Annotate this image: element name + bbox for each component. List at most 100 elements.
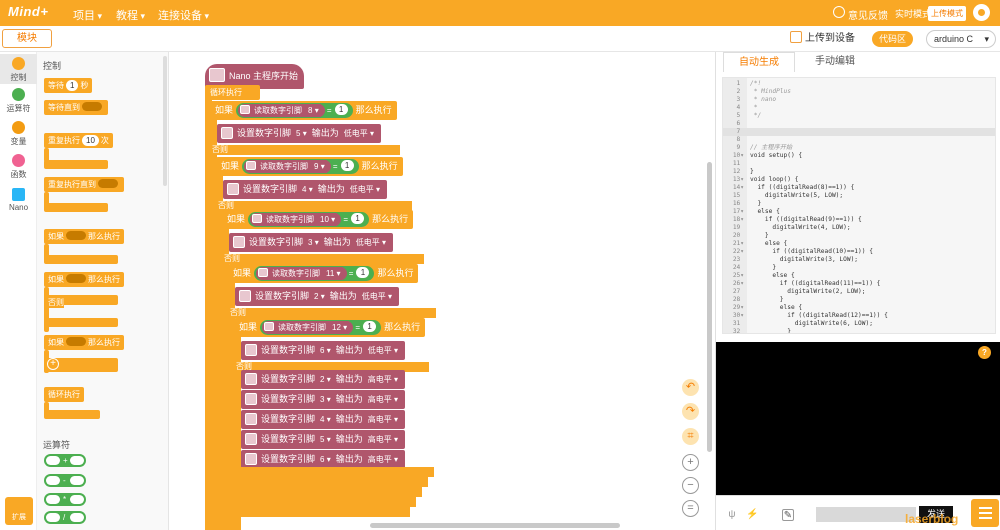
help-icon[interactable]: ? [978, 346, 991, 359]
set-digital-pin-block[interactable]: 设置数字引脚 6 ▾ 输出为 低电平 ▾ [241, 341, 405, 360]
if-else-block[interactable]: 如果 读取数字引脚 11 ▾ = 1 那么执行 [228, 264, 419, 283]
script-workspace[interactable]: Nano 主程序开始 循环执行 如果 读取数字引脚 8 ▾ = 1 那么执行 设置数字引脚… [170, 52, 715, 530]
upload-to-device-button[interactable]: 上传到设备 [790, 30, 855, 48]
menu-project[interactable]: 项目 [73, 7, 102, 23]
tab-manual-edit[interactable]: 手动编辑 [795, 52, 875, 72]
redo-icon[interactable]: ↷ [682, 403, 699, 420]
pin-dropdown[interactable]: 8 ▾ [306, 104, 321, 117]
level-dropdown[interactable]: 低电平 ▾ [365, 341, 400, 360]
clear-output-icon[interactable]: ✎ [782, 509, 794, 521]
level-dropdown[interactable]: 高电平 ▾ [365, 430, 400, 449]
category-variables[interactable]: 变量 [0, 121, 37, 147]
pin-dropdown[interactable]: 2 ▾ [318, 370, 333, 389]
level-dropdown[interactable]: 低电平 ▾ [347, 180, 382, 199]
menu-icon[interactable] [971, 499, 999, 527]
upload-mode-button[interactable]: 上传模式 [928, 6, 966, 21]
pin-dropdown[interactable]: 2 ▾ [312, 287, 327, 306]
baud-icon[interactable]: ⚡ [746, 509, 758, 521]
pin-dropdown[interactable]: 5 ▾ [294, 124, 309, 143]
menu-connect-device[interactable]: 连接设备 [158, 7, 209, 23]
feedback-link[interactable]: 意见反馈 [848, 7, 888, 22]
set-digital-pin-block[interactable]: 设置数字引脚 4 ▾ 输出为 低电平 ▾ [223, 180, 387, 199]
category-functions[interactable]: 函数 [0, 154, 37, 180]
code-viewer[interactable]: 1 /*! 2 * MindPlus 3 * nano 4 * 5 */6 7 8 9 … [722, 77, 996, 334]
palette-divide-block[interactable]: / [44, 511, 86, 524]
value-field[interactable]: 1 [340, 160, 354, 171]
value-field[interactable]: 1 [356, 267, 370, 278]
pin-dropdown[interactable]: 3 ▾ [318, 390, 333, 409]
pin-dropdown[interactable]: 9 ▾ [312, 160, 327, 173]
equals-block[interactable]: 读取数字引脚 8 ▾ = 1 [236, 103, 353, 118]
palette-if-block[interactable]: 如果 那么执行 [44, 229, 124, 244]
set-digital-pin-block[interactable]: 设置数字引脚 5 ▾ 输出为 低电平 ▾ [217, 124, 381, 143]
palette-loop-block[interactable]: 循环执行 [44, 387, 84, 402]
workspace-vertical-scrollbar[interactable] [707, 162, 712, 452]
if-else-block[interactable]: 如果 读取数字引脚 12 ▾ = 1 那么执行 [234, 318, 426, 337]
equals-block[interactable]: 读取数字引脚 12 ▾ = 1 [260, 320, 382, 335]
code-area-button[interactable]: 代码区 [872, 31, 914, 47]
board-select[interactable]: arduino C ▾ [926, 30, 996, 48]
realtime-mode-button[interactable]: 实时模式 [895, 7, 931, 20]
set-digital-pin-block[interactable]: 设置数字引脚 3 ▾ 输出为 低电平 ▾ [229, 233, 393, 252]
value-field[interactable]: 1 [363, 321, 377, 332]
if-else-block[interactable]: 如果 读取数字引脚 10 ▾ = 1 那么执行 [222, 210, 414, 229]
set-digital-pin-block[interactable]: 设置数字引脚 3 ▾ 输出为 高电平 ▾ [241, 390, 405, 409]
zoom-in-icon[interactable]: + [682, 454, 699, 471]
palette-multiply-block[interactable]: * [44, 493, 86, 506]
if-else-block[interactable]: 如果 读取数字引脚 9 ▾ = 1 那么执行 [216, 157, 403, 176]
tab-module[interactable]: 模块 [2, 29, 52, 48]
category-nano[interactable]: Nano [0, 188, 37, 212]
palette-repeat-until-block[interactable]: 重复执行直到 [44, 177, 124, 192]
repeat-value[interactable]: 10 [82, 135, 99, 146]
palette-wait-block[interactable]: 等待 1 秒 [44, 78, 93, 93]
reset-zoom-icon[interactable]: = [682, 500, 699, 517]
equals-block[interactable]: 读取数字引脚 11 ▾ = 1 [254, 266, 375, 281]
pin-dropdown[interactable]: 4 ▾ [318, 410, 333, 429]
read-digital-pin-block[interactable]: 读取数字引脚 12 ▾ [262, 321, 354, 334]
pin-dropdown[interactable]: 6 ▾ [318, 341, 333, 360]
palette-if-else-block[interactable]: 如果 那么执行 [44, 272, 124, 287]
pin-dropdown[interactable]: 5 ▾ [318, 430, 333, 449]
usb-icon[interactable]: ψ [726, 509, 738, 521]
loop-block[interactable]: 循环执行 [205, 85, 260, 100]
value-field[interactable]: 1 [351, 213, 365, 224]
crop-icon[interactable]: ⌗ [682, 428, 699, 445]
level-dropdown[interactable]: 高电平 ▾ [365, 390, 400, 409]
level-dropdown[interactable]: 高电平 ▾ [365, 370, 400, 389]
level-dropdown[interactable]: 高电平 ▾ [365, 410, 400, 429]
wait-value[interactable]: 1 [66, 80, 79, 91]
set-digital-pin-block[interactable]: 设置数字引脚 4 ▾ 输出为 高电平 ▾ [241, 410, 405, 429]
add-else-icon[interactable]: + [47, 358, 59, 370]
pin-dropdown[interactable]: 10 ▾ [318, 213, 338, 226]
pin-dropdown[interactable]: 4 ▾ [300, 180, 315, 199]
read-digital-pin-block[interactable]: 读取数字引脚 9 ▾ [244, 160, 331, 173]
undo-icon[interactable]: ↶ [682, 379, 699, 396]
set-digital-pin-block[interactable]: 设置数字引脚 5 ▾ 输出为 高电平 ▾ [241, 430, 405, 449]
pin-dropdown[interactable]: 12 ▾ [330, 321, 350, 334]
palette-if-add-block[interactable]: 如果 那么执行 [44, 335, 124, 350]
category-control[interactable]: 控制 [0, 54, 37, 84]
palette-subtract-block[interactable]: - [44, 474, 86, 487]
value-field[interactable]: 1 [334, 104, 348, 115]
workspace-horizontal-scrollbar[interactable] [370, 523, 620, 528]
level-dropdown[interactable]: 低电平 ▾ [341, 124, 376, 143]
equals-block[interactable]: 读取数字引脚 9 ▾ = 1 [242, 159, 359, 174]
tab-auto-generate[interactable]: 自动生成 [723, 52, 795, 72]
category-operators[interactable]: 运算符 [0, 88, 37, 114]
palette-repeat-block[interactable]: 重复执行 10 次 [44, 133, 113, 148]
zoom-out-icon[interactable]: − [682, 477, 699, 494]
extension-button[interactable]: 扩展 [5, 497, 33, 525]
pin-dropdown[interactable]: 11 ▾ [324, 267, 343, 280]
serial-input[interactable] [816, 507, 916, 522]
palette-wait-until-block[interactable]: 等待直到 [44, 100, 108, 115]
level-dropdown[interactable]: 低电平 ▾ [359, 287, 394, 306]
pin-dropdown[interactable]: 3 ▾ [306, 233, 321, 252]
set-digital-pin-block[interactable]: 设置数字引脚 2 ▾ 输出为 高电平 ▾ [241, 370, 405, 389]
palette-scrollbar[interactable] [163, 56, 167, 186]
if-else-block[interactable]: 如果 读取数字引脚 8 ▾ = 1 那么执行 [210, 101, 397, 120]
set-digital-pin-block[interactable]: 设置数字引脚 2 ▾ 输出为 低电平 ▾ [235, 287, 399, 306]
read-digital-pin-block[interactable]: 读取数字引脚 8 ▾ [238, 104, 325, 117]
read-digital-pin-block[interactable]: 读取数字引脚 11 ▾ [256, 267, 347, 280]
gear-icon[interactable] [973, 4, 990, 21]
read-digital-pin-block[interactable]: 读取数字引脚 10 ▾ [250, 213, 342, 226]
